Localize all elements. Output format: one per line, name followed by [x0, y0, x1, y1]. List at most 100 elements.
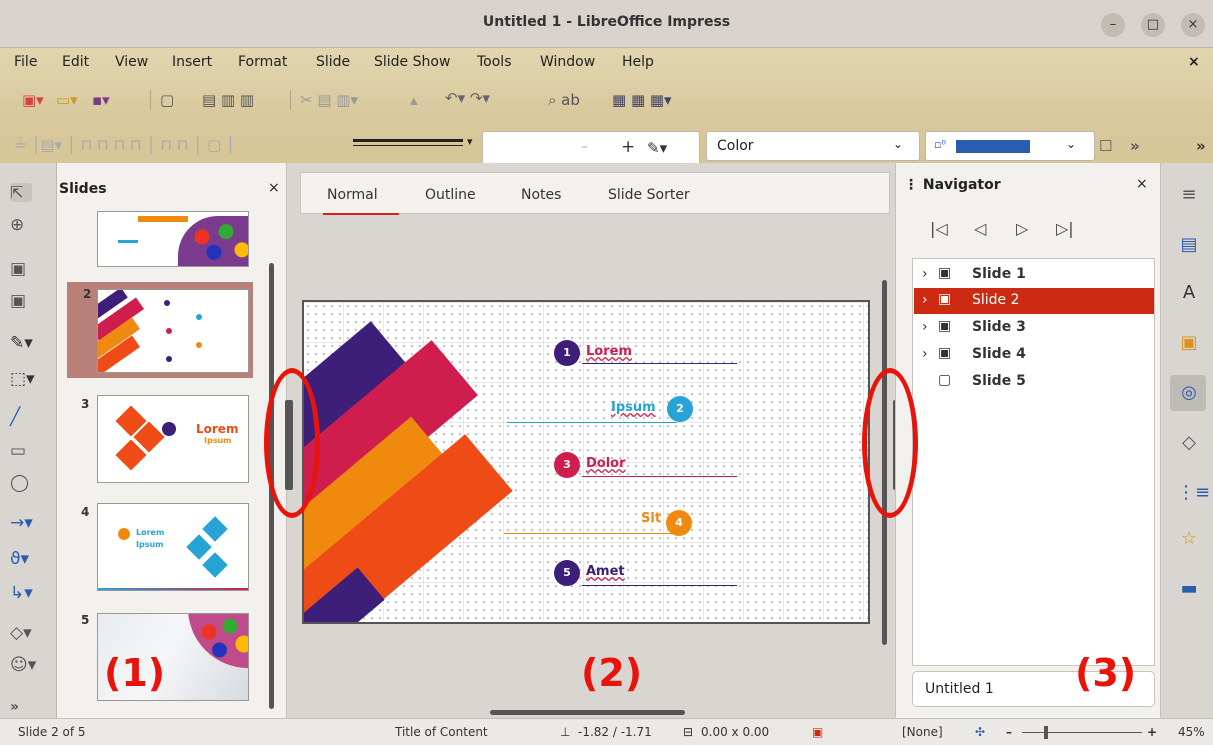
- animation-icon[interactable]: ☆: [1177, 527, 1201, 551]
- zoom-slider[interactable]: [1022, 732, 1142, 733]
- find-replace-icon[interactable]: ⌕ ab: [548, 90, 580, 110]
- menu-format[interactable]: Format: [238, 54, 287, 70]
- close-icon[interactable]: ×: [268, 180, 280, 196]
- export-pdf-icon[interactable]: ▢: [160, 90, 174, 110]
- minimize-button[interactable]: –: [1101, 13, 1125, 37]
- tab-normal[interactable]: Normal: [327, 187, 378, 203]
- line-width-field[interactable]: – + ✎▾: [482, 131, 700, 165]
- cut-copy-paste-icons[interactable]: ✂ ▤ ▥▾: [300, 90, 358, 110]
- shadow-icon[interactable]: ☐: [1099, 136, 1112, 156]
- line-style-select[interactable]: ▾: [349, 133, 479, 157]
- tree-item-slide-5[interactable]: ▢ Slide 5: [914, 369, 1154, 395]
- line-color-icon[interactable]: ✎▾: [10, 333, 44, 353]
- tab-slide-sorter[interactable]: Slide Sorter: [608, 187, 690, 203]
- new-icon[interactable]: ▣▾: [22, 90, 44, 110]
- slide-transition-icon[interactable]: ⋮≡: [1177, 481, 1210, 505]
- item-1-line: [582, 363, 737, 364]
- menu-slide-show[interactable]: Slide Show: [374, 54, 450, 70]
- rectangle-icon[interactable]: ▭: [10, 441, 44, 461]
- print-icon[interactable]: ▤ ▥ ▥: [202, 90, 254, 110]
- close-document-icon[interactable]: ×: [1188, 54, 1200, 70]
- ellipse-icon[interactable]: ◯: [10, 473, 44, 493]
- document-modified-icon[interactable]: ▣: [812, 725, 823, 739]
- active-tab-indicator: [323, 213, 399, 215]
- fontwork-icon[interactable]: ▣: [10, 291, 44, 311]
- symbol-shapes-icon[interactable]: ☺▾: [10, 655, 44, 675]
- menu-window[interactable]: Window: [540, 54, 595, 70]
- line-icon[interactable]: ╱: [10, 407, 44, 427]
- slide-thumbnail-4[interactable]: Lorem Ipsum: [97, 503, 249, 591]
- arrow-icon[interactable]: →▾: [10, 513, 44, 533]
- menu-help[interactable]: Help: [622, 54, 654, 70]
- clone-formatting-icon[interactable]: ▴: [410, 90, 418, 110]
- drawing-toolbar: ⇱ ⊕ ▣ ▣ ✎▾ ⬚▾ ╱ ▭ ◯ →▾ ϑ▾ ↳▾ ◇▾ ☺▾ »: [0, 163, 57, 718]
- close-icon[interactable]: ×: [1136, 176, 1148, 192]
- more-toolbar-icon-2[interactable]: »: [1196, 136, 1206, 156]
- maximize-button[interactable]: □: [1141, 13, 1165, 37]
- compass-icon[interactable]: ◎: [1177, 381, 1201, 405]
- menu-insert[interactable]: Insert: [172, 54, 212, 70]
- tree-item-slide-2-selected[interactable]: › ▣ Slide 2: [914, 288, 1154, 314]
- slide-icon: ▣: [938, 345, 952, 361]
- menu-file[interactable]: File: [14, 54, 37, 70]
- tab-outline[interactable]: Outline: [425, 187, 476, 203]
- undo-icon[interactable]: ↶▾ ↷▾: [445, 88, 490, 108]
- menu-view[interactable]: View: [115, 54, 148, 70]
- slide-thumbnail-2[interactable]: [97, 289, 249, 373]
- tree-item-slide-1[interactable]: › ▣ Slide 1: [914, 262, 1154, 288]
- properties-icon[interactable]: ▤: [1177, 233, 1201, 257]
- area-style-select[interactable]: Color ⌄: [706, 131, 920, 161]
- tree-item-slide-4[interactable]: › ▣ Slide 4: [914, 342, 1154, 368]
- align-icons[interactable]: ≟ │▤▾ │ ⊓ ⊓ ⊓ ⊓ │ ⊓ ⊓ │ ▢ │: [14, 135, 235, 155]
- fill-color-select[interactable]: ▫⁰ ⌄: [925, 131, 1095, 161]
- zoom-out-icon[interactable]: –: [1006, 725, 1012, 739]
- language[interactable]: [None]: [902, 725, 943, 739]
- window-title: Untitled 1 - LibreOffice Impress: [482, 14, 731, 30]
- curve-icon[interactable]: ϑ▾: [10, 549, 44, 569]
- fit-slide-icon[interactable]: ✣: [975, 725, 985, 739]
- first-slide-icon[interactable]: |◁: [930, 219, 948, 238]
- expand-icon[interactable]: ›: [922, 319, 928, 335]
- slide-thumbnail-1[interactable]: [97, 211, 249, 267]
- slide-thumbnail-3[interactable]: Lorem Ipsum: [97, 395, 249, 483]
- menu-slide[interactable]: Slide: [316, 54, 350, 70]
- last-slide-icon[interactable]: ▷|: [1056, 219, 1074, 238]
- connector-icon[interactable]: ↳▾: [10, 583, 44, 603]
- menu-tools[interactable]: Tools: [477, 54, 512, 70]
- master-slides-icon[interactable]: ▬: [1177, 577, 1201, 601]
- tree-item-slide-3[interactable]: › ▣ Slide 3: [914, 315, 1154, 341]
- fill-color-icon[interactable]: ⬚▾: [10, 369, 44, 389]
- gallery-icon[interactable]: ▣: [1177, 331, 1201, 355]
- styles-icon[interactable]: A: [1177, 281, 1201, 305]
- previous-slide-icon[interactable]: ◁: [974, 219, 986, 238]
- object-size: 0.00 x 0.00: [701, 725, 770, 739]
- zoom-in-icon[interactable]: +: [1147, 725, 1157, 739]
- expand-icon[interactable]: ›: [922, 292, 928, 308]
- slide-icon: ▣: [938, 265, 952, 281]
- basic-shapes-icon[interactable]: ◇▾: [10, 623, 44, 643]
- display-grid-icon[interactable]: ▦ ▦ ▦▾: [612, 90, 672, 110]
- zoom-level[interactable]: 45%: [1178, 725, 1205, 739]
- shapes-icon[interactable]: ◇: [1177, 431, 1201, 455]
- close-window-button[interactable]: ×: [1181, 13, 1205, 37]
- open-icon[interactable]: ▭▾: [56, 90, 78, 110]
- select-icon[interactable]: ⇱: [10, 183, 32, 202]
- title-bar: Untitled 1 - LibreOffice Impress – □ ×: [0, 0, 1213, 48]
- expand-icon[interactable]: ›: [922, 346, 928, 362]
- save-icon[interactable]: ▪▾: [92, 90, 110, 110]
- next-slide-icon[interactable]: ▷: [1016, 219, 1028, 238]
- more-toolbar-icon[interactable]: »: [1130, 136, 1140, 156]
- tab-notes[interactable]: Notes: [521, 187, 561, 203]
- zoom-slider-thumb[interactable]: [1044, 726, 1048, 739]
- slide-canvas[interactable]: 1 Lorem Ipsum 2 3 Dolor Sit 4 5 Amet: [302, 300, 870, 624]
- menu-icon[interactable]: ≡: [1177, 183, 1201, 207]
- menu-edit[interactable]: Edit: [62, 54, 89, 70]
- item-2-circle: 2: [667, 396, 693, 422]
- zoom-icon[interactable]: ⊕: [10, 215, 44, 235]
- thumb-subtitle: Ipsum: [204, 436, 232, 445]
- expand-icon[interactable]: ›: [922, 266, 928, 282]
- line-color-icon: ✎▾: [647, 139, 668, 157]
- more-tools-icon[interactable]: »: [10, 699, 44, 715]
- horizontal-scrollbar[interactable]: [490, 710, 685, 715]
- text-box-icon[interactable]: ▣: [10, 259, 44, 279]
